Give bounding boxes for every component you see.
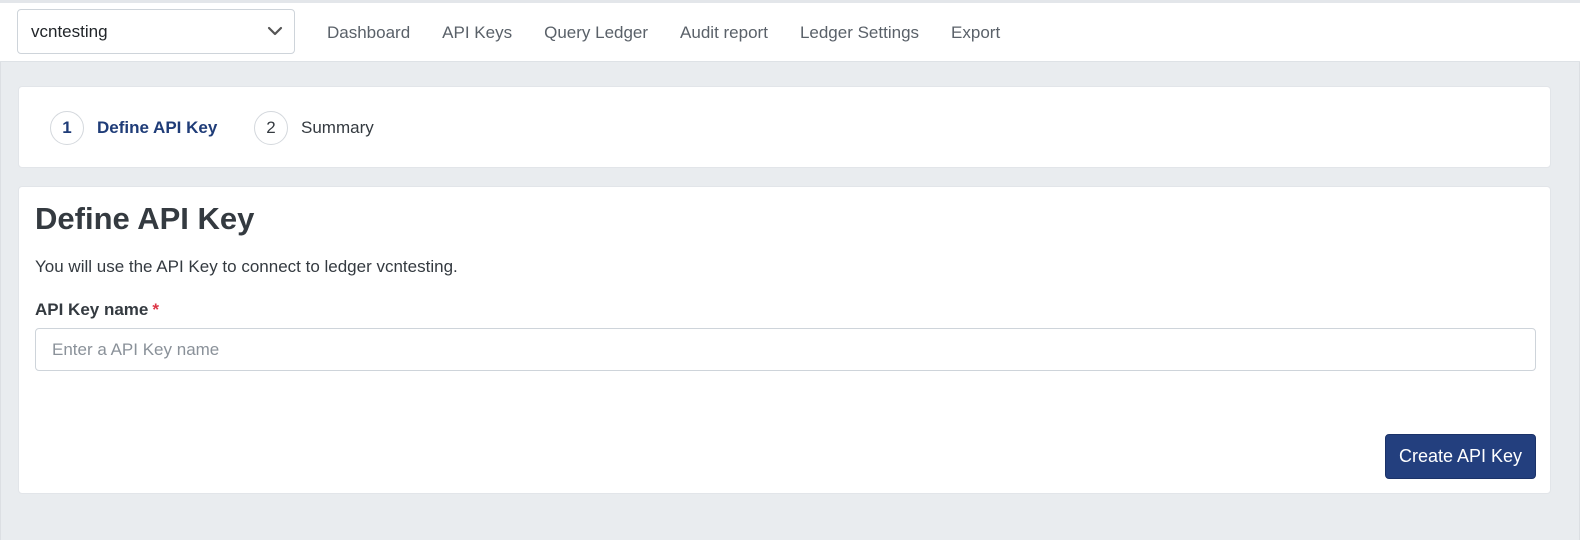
api-key-name-label-text: API Key name [35,300,149,319]
form-description: You will use the API Key to connect to l… [35,257,458,276]
api-key-name-label: API Key name * [35,300,159,320]
nav-audit-report[interactable]: Audit report [664,23,784,43]
nav-api-keys[interactable]: API Keys [426,23,528,43]
define-api-key-card: Define API Key You will use the API Key … [18,186,1551,494]
nav-query-ledger[interactable]: Query Ledger [528,23,664,43]
nav-export[interactable]: Export [935,23,1016,43]
step-summary[interactable]: 2 Summary [254,111,374,145]
top-navbar: vcntesting Dashboard API Keys Query Ledg… [0,0,1580,62]
step-label: Define API Key [97,118,218,137]
ledger-selector-value: vcntesting [31,21,108,41]
ledger-selector[interactable]: vcntesting [17,9,295,54]
main-nav: Dashboard API Keys Query Ledger Audit re… [311,3,1016,62]
wizard-steps: 1 Define API Key 2 Summary [18,86,1551,168]
nav-ledger-settings[interactable]: Ledger Settings [784,23,935,43]
chevron-down-icon [267,26,283,36]
step-label: Summary [301,118,374,137]
nav-dashboard[interactable]: Dashboard [311,23,426,43]
required-marker: * [152,300,160,319]
step-number: 2 [254,111,288,145]
step-define-api-key[interactable]: 1 Define API Key [50,111,217,145]
page-title: Define API Key [35,201,255,236]
step-number: 1 [50,111,84,145]
api-key-name-input[interactable] [35,328,1536,371]
create-api-key-button[interactable]: Create API Key [1385,434,1536,479]
